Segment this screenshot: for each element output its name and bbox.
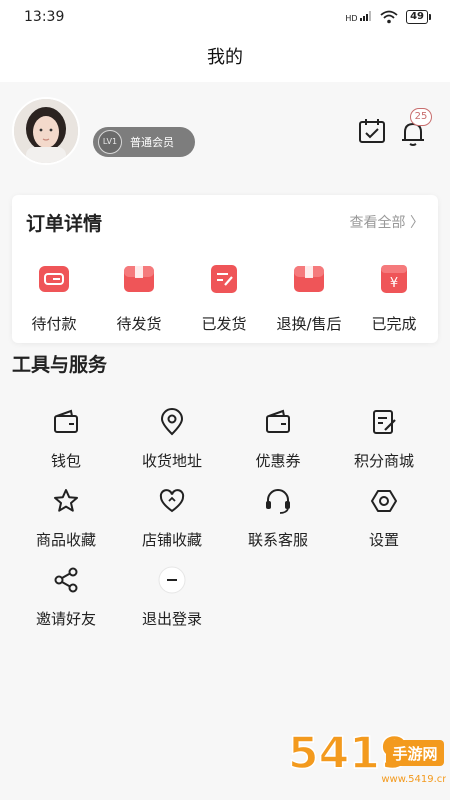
- tool-label: 积分商城: [353, 452, 414, 470]
- order-label: 待付款: [31, 315, 77, 333]
- member-level-badge[interactable]: LV1 普通会员: [93, 127, 195, 157]
- svg-text:www.5419.cn: www.5419.cn: [381, 774, 446, 785]
- tool-coupons[interactable]: 优惠券: [222, 408, 334, 471]
- view-all-orders-link[interactable]: 查看全部 〉: [350, 212, 424, 232]
- yuan-tag-icon: ¥: [381, 265, 407, 293]
- tool-product-favorites[interactable]: 商品收藏: [10, 487, 122, 550]
- settings-icon: [371, 490, 397, 512]
- wallet-icon: [39, 266, 69, 292]
- signal-label: HD: [345, 14, 358, 23]
- star-icon: [54, 489, 78, 512]
- orders-card: 订单详情 查看全部 〉 待付款 待发货 已发货 退换/售后 ¥ 已完成: [12, 195, 438, 343]
- nav-bar: 我的: [0, 34, 450, 82]
- order-returns[interactable]: 退换/售后: [267, 263, 351, 334]
- tool-logout[interactable]: 退出登录: [116, 566, 228, 629]
- tool-label: 优惠券: [255, 452, 301, 470]
- svg-text:¥: ¥: [390, 276, 398, 291]
- watermark-logo: 5419 手游网 www.5419.cn: [287, 727, 446, 785]
- points-mall-icon: [373, 410, 396, 434]
- svg-text:手游网: 手游网: [392, 745, 437, 763]
- order-label: 退换/售后: [276, 315, 342, 333]
- calendar-check-icon[interactable]: [357, 116, 387, 146]
- battery-level: 49: [410, 11, 424, 22]
- tool-points-mall[interactable]: 积分商城: [328, 408, 440, 471]
- order-pending-payment[interactable]: 待付款: [12, 263, 96, 334]
- signal-icon: HD: [345, 11, 372, 23]
- notification-badge: 25: [410, 108, 432, 126]
- tool-wallet[interactable]: 钱包: [10, 408, 122, 471]
- order-label: 已完成: [371, 315, 417, 333]
- page-title: 我的: [207, 47, 243, 68]
- tool-invite-friends[interactable]: 邀请好友: [10, 566, 122, 629]
- location-icon: [160, 408, 184, 436]
- orders-title: 订单详情: [26, 213, 103, 235]
- return-box-icon: [294, 266, 324, 292]
- tool-shipping-address[interactable]: 收货地址: [116, 408, 228, 471]
- tool-label: 收货地址: [141, 452, 202, 470]
- tool-settings[interactable]: 设置: [328, 487, 440, 550]
- order-pending-shipment[interactable]: 待发货: [97, 263, 181, 334]
- tool-store-favorites[interactable]: 店铺收藏: [116, 487, 228, 550]
- tool-label: 邀请好友: [35, 610, 96, 628]
- member-type-label: 普通会员: [130, 136, 174, 149]
- status-bar: 13:39 HD 49: [0, 0, 450, 34]
- status-time: 13:39: [24, 9, 65, 25]
- headset-icon: [266, 489, 290, 514]
- order-completed[interactable]: ¥ 已完成: [352, 263, 436, 334]
- level-circle: LV1: [98, 130, 122, 154]
- heart-icon: [159, 489, 185, 513]
- tool-label: 联系客服: [247, 531, 308, 549]
- order-shipped[interactable]: 已发货: [182, 263, 266, 334]
- tool-label: 商品收藏: [35, 531, 96, 549]
- status-icons: HD 49: [345, 10, 431, 24]
- order-label: 已发货: [201, 315, 247, 333]
- coupon-icon: [266, 409, 290, 433]
- avatar-image: [14, 99, 78, 163]
- wifi-icon: [380, 10, 398, 24]
- box-icon: [124, 266, 154, 292]
- avatar[interactable]: [12, 97, 80, 165]
- edit-doc-icon: [211, 265, 237, 293]
- order-label: 待发货: [116, 315, 162, 333]
- tool-label: 设置: [368, 531, 399, 549]
- tool-customer-service[interactable]: 联系客服: [222, 487, 334, 550]
- tool-label: 退出登录: [141, 610, 202, 628]
- logout-icon: [158, 566, 186, 594]
- battery-icon: 49: [406, 10, 431, 24]
- share-icon: [54, 567, 78, 593]
- tool-label: 店铺收藏: [141, 531, 202, 549]
- wallet-icon: [54, 409, 78, 433]
- tool-label: 钱包: [50, 452, 81, 470]
- tools-title: 工具与服务: [12, 354, 108, 376]
